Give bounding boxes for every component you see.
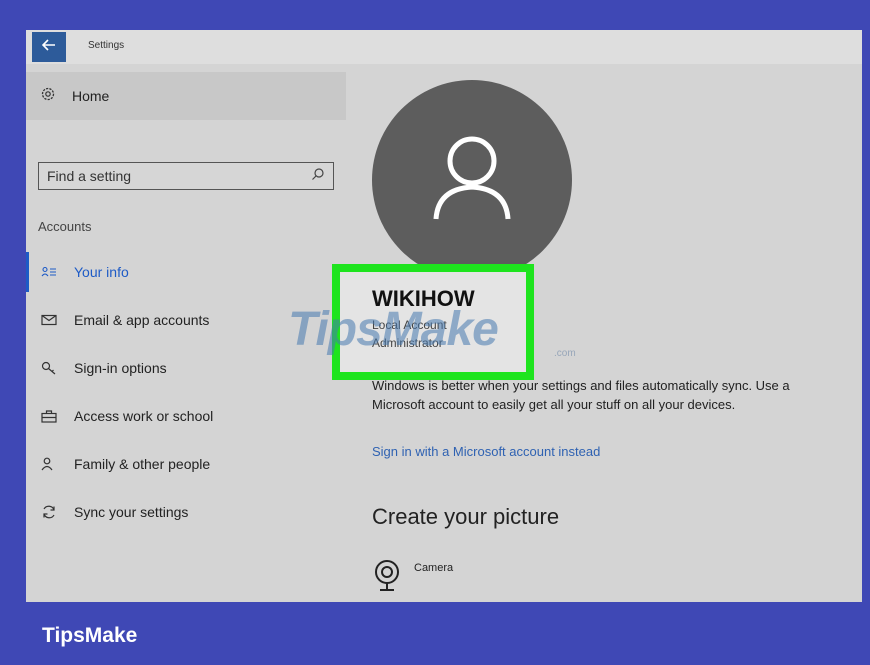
person-card-icon: [40, 266, 58, 278]
sidebar-item-work-school[interactable]: Access work or school: [26, 396, 346, 436]
sidebar-item-label: Sync your settings: [74, 504, 189, 520]
watermark-sub: .com: [554, 348, 576, 359]
sidebar-item-sync[interactable]: Sync your settings: [26, 492, 346, 532]
sidebar-item-label: Email & app accounts: [74, 312, 210, 328]
gear-icon: [40, 86, 56, 107]
account-avatar: [372, 80, 572, 280]
back-arrow-icon: [41, 38, 56, 56]
search-input[interactable]: Find a setting: [38, 162, 334, 190]
brand-footer: TipsMake: [42, 624, 138, 647]
camera-label: Camera: [414, 562, 454, 574]
sidebar-item-label: Your info: [74, 264, 129, 280]
home-label: Home: [72, 88, 110, 104]
watermark: TipsMake: [288, 303, 499, 356]
sidebar-item-label: Sign-in options: [74, 360, 167, 376]
sidebar-item-your-info[interactable]: Your info: [26, 252, 346, 292]
sidebar-item-family[interactable]: Family & other people: [26, 444, 346, 484]
section-heading: Accounts: [38, 219, 92, 234]
sidebar-item-label: Family & other people: [74, 456, 211, 472]
window-title: Settings: [88, 40, 125, 51]
key-icon: [40, 361, 58, 375]
camera-icon: [372, 558, 402, 599]
sync-message: Windows is better when your settings and…: [372, 378, 790, 412]
user-avatar-icon: [430, 133, 514, 228]
person-add-icon: [40, 457, 58, 471]
search-icon: [311, 167, 325, 186]
camera-option[interactable]: Camera: [372, 558, 453, 599]
search-placeholder: Find a setting: [47, 168, 132, 184]
mail-icon: [40, 314, 58, 326]
home-nav-item[interactable]: Home: [26, 72, 346, 120]
picture-heading: Create your picture: [372, 504, 560, 529]
settings-window: Settings Home Find a setting Accounts Yo…: [26, 30, 862, 602]
briefcase-icon: [40, 409, 58, 423]
title-bar: Settings: [26, 30, 862, 64]
back-button[interactable]: [32, 32, 66, 62]
sidebar-item-label: Access work or school: [74, 408, 214, 424]
microsoft-account-link[interactable]: Sign in with a Microsoft account instead: [372, 444, 600, 459]
sync-icon: [40, 504, 58, 520]
